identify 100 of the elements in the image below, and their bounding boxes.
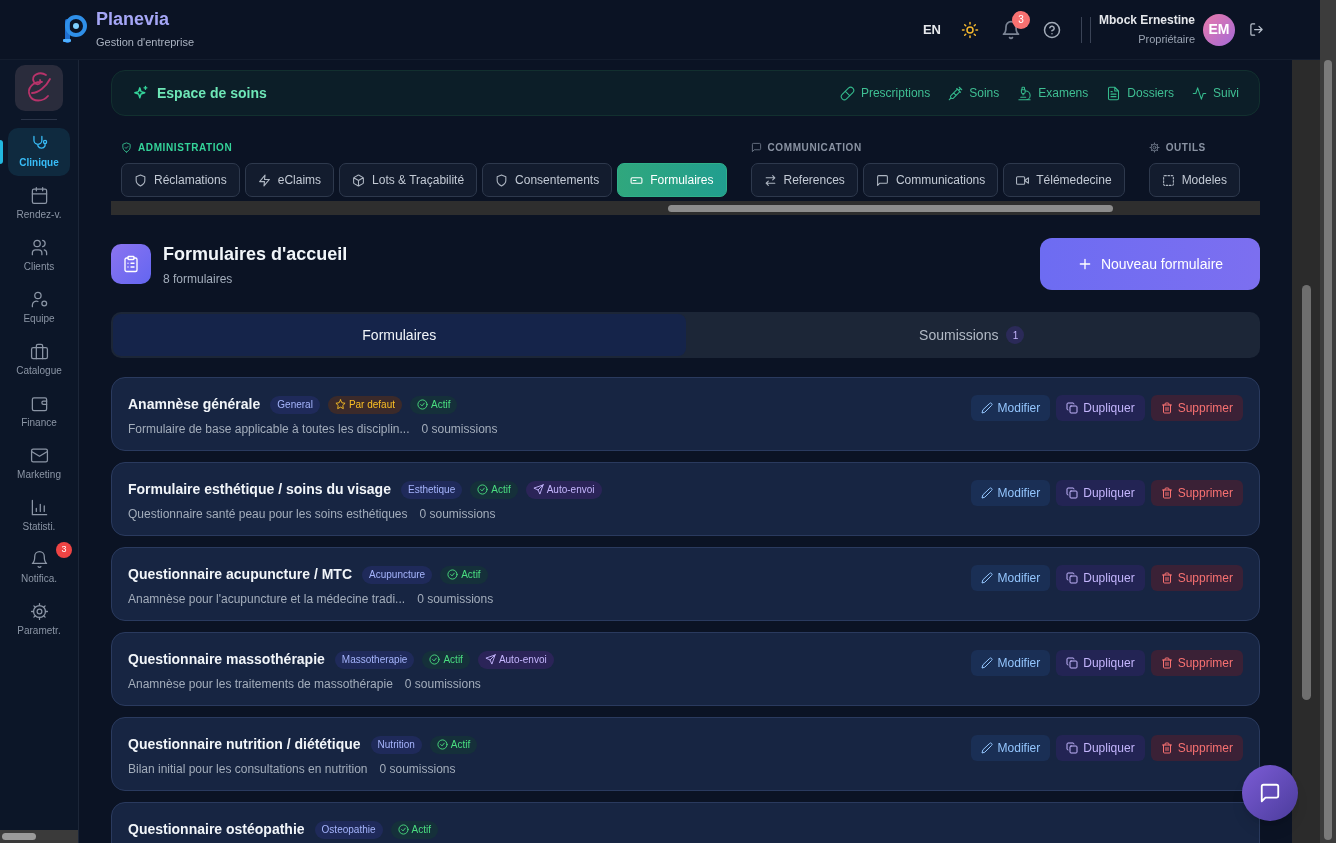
section-tab[interactable]: Consentements (482, 163, 613, 197)
submission-count: 0 soumissions (421, 421, 498, 438)
sidebar-item[interactable]: Clients (8, 232, 70, 280)
document-icon (1106, 85, 1122, 101)
form-title: Questionnaire acupuncture / MTC (128, 565, 353, 584)
form-description: Questionnaire santé peau pour les soins esthétiques (128, 506, 408, 523)
form-title: Anamnèse générale (128, 395, 261, 414)
copy-icon (1066, 742, 1079, 754)
user-role: Propriétaire (1138, 32, 1195, 48)
shield-check-icon (121, 141, 132, 153)
trash-icon (1160, 657, 1173, 669)
duplicate-button[interactable]: Dupliquer (1056, 480, 1145, 506)
view-tab[interactable]: Soumissions 1 (685, 314, 1258, 356)
theme-button[interactable] (960, 20, 979, 39)
user-name: Mbock Ernestine (1098, 12, 1195, 30)
settings-icon (1148, 141, 1160, 153)
form-count: 8 formulaires (163, 270, 234, 288)
send-icon (484, 654, 496, 665)
edit-button[interactable]: Modifier (970, 650, 1051, 676)
group-heading: OUTILS (1165, 140, 1206, 155)
status-badge: Actif (390, 820, 438, 839)
sidebar-item[interactable]: Catalogue (8, 336, 70, 384)
shield-icon (134, 173, 147, 187)
sidebar-item[interactable]: Parametr. (8, 596, 70, 644)
duplicate-button[interactable]: Dupliquer (1056, 650, 1145, 676)
pencil-icon (980, 572, 993, 584)
module-link[interactable]: Examens (1017, 84, 1089, 102)
speech-bubble-icon (875, 173, 889, 187)
submission-count: 0 soumissions (404, 676, 481, 693)
section-tab[interactable]: Lots & Traçabilité (339, 163, 478, 197)
settings-icon (29, 602, 49, 621)
duplicate-button[interactable]: Dupliquer (1056, 565, 1145, 591)
count-badge: 1 (1006, 326, 1025, 344)
duplicate-button[interactable]: Dupliquer (1056, 395, 1145, 421)
sidebar-item[interactable]: Rendez-v. (8, 180, 70, 228)
send-icon (532, 484, 544, 495)
sidebar-item[interactable]: Statisti. (8, 492, 70, 540)
module-link[interactable]: Dossiers (1106, 84, 1174, 102)
copy-icon (1066, 487, 1079, 499)
scrollbar[interactable] (1292, 60, 1320, 843)
logout-button[interactable] (1249, 22, 1264, 37)
form-description: Anamnèse pour les traitements de massothérapie (128, 676, 393, 693)
pill-icon (839, 85, 855, 101)
scrollbar[interactable] (1320, 0, 1336, 843)
section-tab[interactable]: Modeles (1148, 163, 1240, 197)
bar-chart-icon (29, 498, 49, 517)
sidebar-item[interactable]: Clinique (8, 128, 70, 176)
module-link[interactable]: Prescriptions (839, 84, 931, 102)
notification-badge: 3 (1011, 10, 1030, 29)
section-tab[interactable]: Réclamations (121, 163, 240, 197)
delete-button[interactable]: Supprimer (1150, 735, 1243, 761)
new-form-button[interactable]: Nouveau formulaire (1040, 238, 1260, 290)
edit-button[interactable]: Modifier (970, 565, 1051, 591)
delete-button[interactable]: Supprimer (1150, 650, 1243, 676)
speech-bubble-icon (1259, 782, 1281, 804)
category-tag: Nutrition (370, 735, 422, 754)
view-tab[interactable]: Formulaires (113, 314, 686, 356)
duplicate-button[interactable]: Dupliquer (1056, 735, 1145, 761)
wallet-icon (29, 394, 49, 413)
delete-button[interactable]: Supprimer (1150, 395, 1243, 421)
sun-icon (960, 20, 979, 39)
status-badge: Actif (422, 650, 470, 669)
help-button[interactable] (1042, 20, 1061, 39)
trash-icon (1160, 742, 1173, 754)
app-subtitle: Gestion d'entreprise (96, 35, 195, 51)
section-tab[interactable]: eClaims (244, 163, 335, 197)
module-link[interactable]: Suivi (1192, 84, 1239, 102)
section-tab[interactable]: References (750, 163, 858, 197)
sidebar-item[interactable]: Notifica. 3 (8, 544, 70, 592)
scrollbar[interactable] (0, 830, 78, 843)
briefcase-icon (29, 342, 49, 361)
check-circle-icon (397, 824, 409, 835)
scrollbar[interactable] (111, 201, 1260, 215)
delete-button[interactable]: Supprimer (1150, 480, 1243, 506)
section-tab[interactable]: Télémedecine (1003, 163, 1125, 197)
sidebar-item[interactable]: Marketing (8, 440, 70, 488)
status-badge: Actif (440, 565, 488, 584)
delete-button[interactable]: Supprimer (1150, 565, 1243, 591)
brand-logo (15, 65, 63, 111)
speech-bubble-icon (750, 141, 762, 153)
app-logo (62, 14, 88, 45)
pencil-icon (980, 657, 993, 669)
edit-button[interactable]: Modifier (970, 735, 1051, 761)
edit-button[interactable]: Modifier (970, 480, 1051, 506)
category-tag: General (270, 395, 320, 414)
form-description: Bilan initial pour les consultations en nutrition (128, 761, 368, 778)
lightning-icon (257, 173, 271, 187)
module-link[interactable]: Soins (948, 84, 1000, 102)
sidebar-item[interactable]: Finance (8, 388, 70, 436)
pulse-icon (1192, 85, 1207, 101)
status-badge: Actif (410, 395, 458, 414)
copy-icon (1066, 657, 1079, 669)
sidebar-item[interactable]: Equipe (8, 284, 70, 332)
edit-button[interactable]: Modifier (970, 395, 1051, 421)
check-circle-icon (417, 399, 429, 410)
status-badge: Actif (429, 735, 478, 754)
section-tab[interactable]: Communications (862, 163, 999, 197)
group-heading: COMMUNICATION (767, 140, 862, 155)
language-button[interactable]: EN (922, 19, 941, 40)
arrows-icon (763, 173, 777, 187)
